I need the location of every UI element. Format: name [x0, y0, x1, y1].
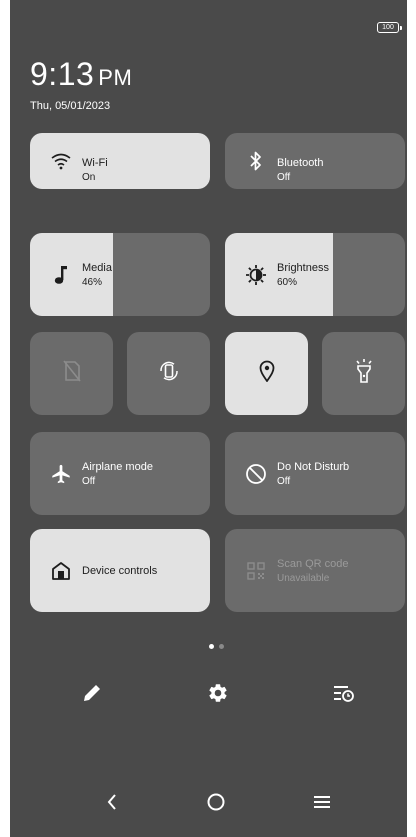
mobile-data-toggle[interactable]	[30, 332, 113, 415]
page-indicator	[209, 644, 229, 650]
flashlight-toggle[interactable]	[322, 332, 405, 415]
page-dot-active	[209, 644, 214, 649]
home-button[interactable]	[201, 791, 231, 817]
wifi-label: Wi-Fi	[82, 157, 108, 169]
do-not-disturb-label: Do Not Disturb	[277, 461, 350, 473]
battery-indicator: 100	[377, 22, 402, 33]
settings-button[interactable]	[206, 683, 230, 707]
scan-qr-status: Unavailable	[277, 573, 330, 584]
edit-icon	[82, 683, 102, 708]
airplane-mode-status: Off	[82, 476, 96, 487]
clock-ampm: PM	[98, 65, 133, 90]
brightness-icon	[245, 264, 267, 286]
auto-rotate-toggle[interactable]	[127, 332, 210, 415]
do-not-disturb-tile[interactable]: Do Not Disturb Off	[225, 432, 405, 515]
back-icon	[106, 793, 118, 816]
music-note-icon	[50, 264, 72, 286]
bluetooth-tile[interactable]: Bluetooth Off	[225, 133, 405, 189]
settings-icon	[207, 682, 229, 709]
back-button[interactable]	[97, 791, 127, 817]
sort-button[interactable]	[332, 683, 356, 707]
airplane-mode-tile[interactable]: Airplane mode Off	[30, 432, 210, 515]
qr-code-icon	[245, 560, 267, 582]
scan-qr-label: Scan QR code	[277, 558, 349, 570]
bluetooth-icon	[245, 150, 267, 172]
wifi-status: On	[82, 172, 96, 183]
recents-icon	[313, 794, 331, 815]
auto-rotate-icon	[158, 360, 180, 387]
bluetooth-status: Off	[277, 172, 291, 183]
wifi-icon	[50, 150, 72, 172]
media-volume-slider[interactable]: Media 46%	[30, 233, 210, 316]
home-icon	[206, 792, 226, 817]
location-toggle[interactable]	[225, 332, 308, 415]
brightness-fill	[225, 233, 333, 316]
recents-button[interactable]	[307, 791, 337, 817]
media-label: Media	[82, 262, 112, 274]
airplane-mode-label: Airplane mode	[82, 461, 153, 473]
device-controls-label: Device controls	[82, 565, 158, 577]
clock-time: 9:13	[30, 56, 95, 92]
page-dot	[219, 644, 224, 649]
brightness-level: 60%	[277, 277, 298, 288]
navigation-bar	[10, 777, 407, 837]
brightness-label: Brightness	[277, 262, 329, 274]
airplane-icon	[50, 463, 72, 485]
clock[interactable]: 9:13 PM	[30, 56, 132, 93]
edit-button[interactable]	[80, 683, 104, 707]
battery-level: 100	[382, 24, 394, 31]
wifi-tile[interactable]: Wi-Fi On	[30, 133, 210, 189]
flashlight-icon	[355, 359, 373, 388]
media-level: 46%	[82, 277, 103, 288]
date[interactable]: Thu, 05/01/2023	[30, 100, 110, 112]
brightness-slider[interactable]: Brightness 60%	[225, 233, 405, 316]
sort-icon	[333, 683, 355, 708]
scan-qr-tile[interactable]: Scan QR code Unavailable	[225, 529, 405, 612]
do-not-disturb-status: Off	[277, 476, 291, 487]
location-icon	[259, 360, 275, 387]
do-not-disturb-icon	[245, 463, 267, 485]
no-sim-icon	[62, 360, 81, 387]
home-control-icon	[50, 560, 72, 582]
bluetooth-label: Bluetooth	[277, 157, 324, 169]
quick-settings-panel: 100 9:13 PM Thu, 05/01/2023 Wi-Fi On Blue…	[10, 0, 407, 837]
device-controls-tile[interactable]: Device controls	[30, 529, 210, 612]
